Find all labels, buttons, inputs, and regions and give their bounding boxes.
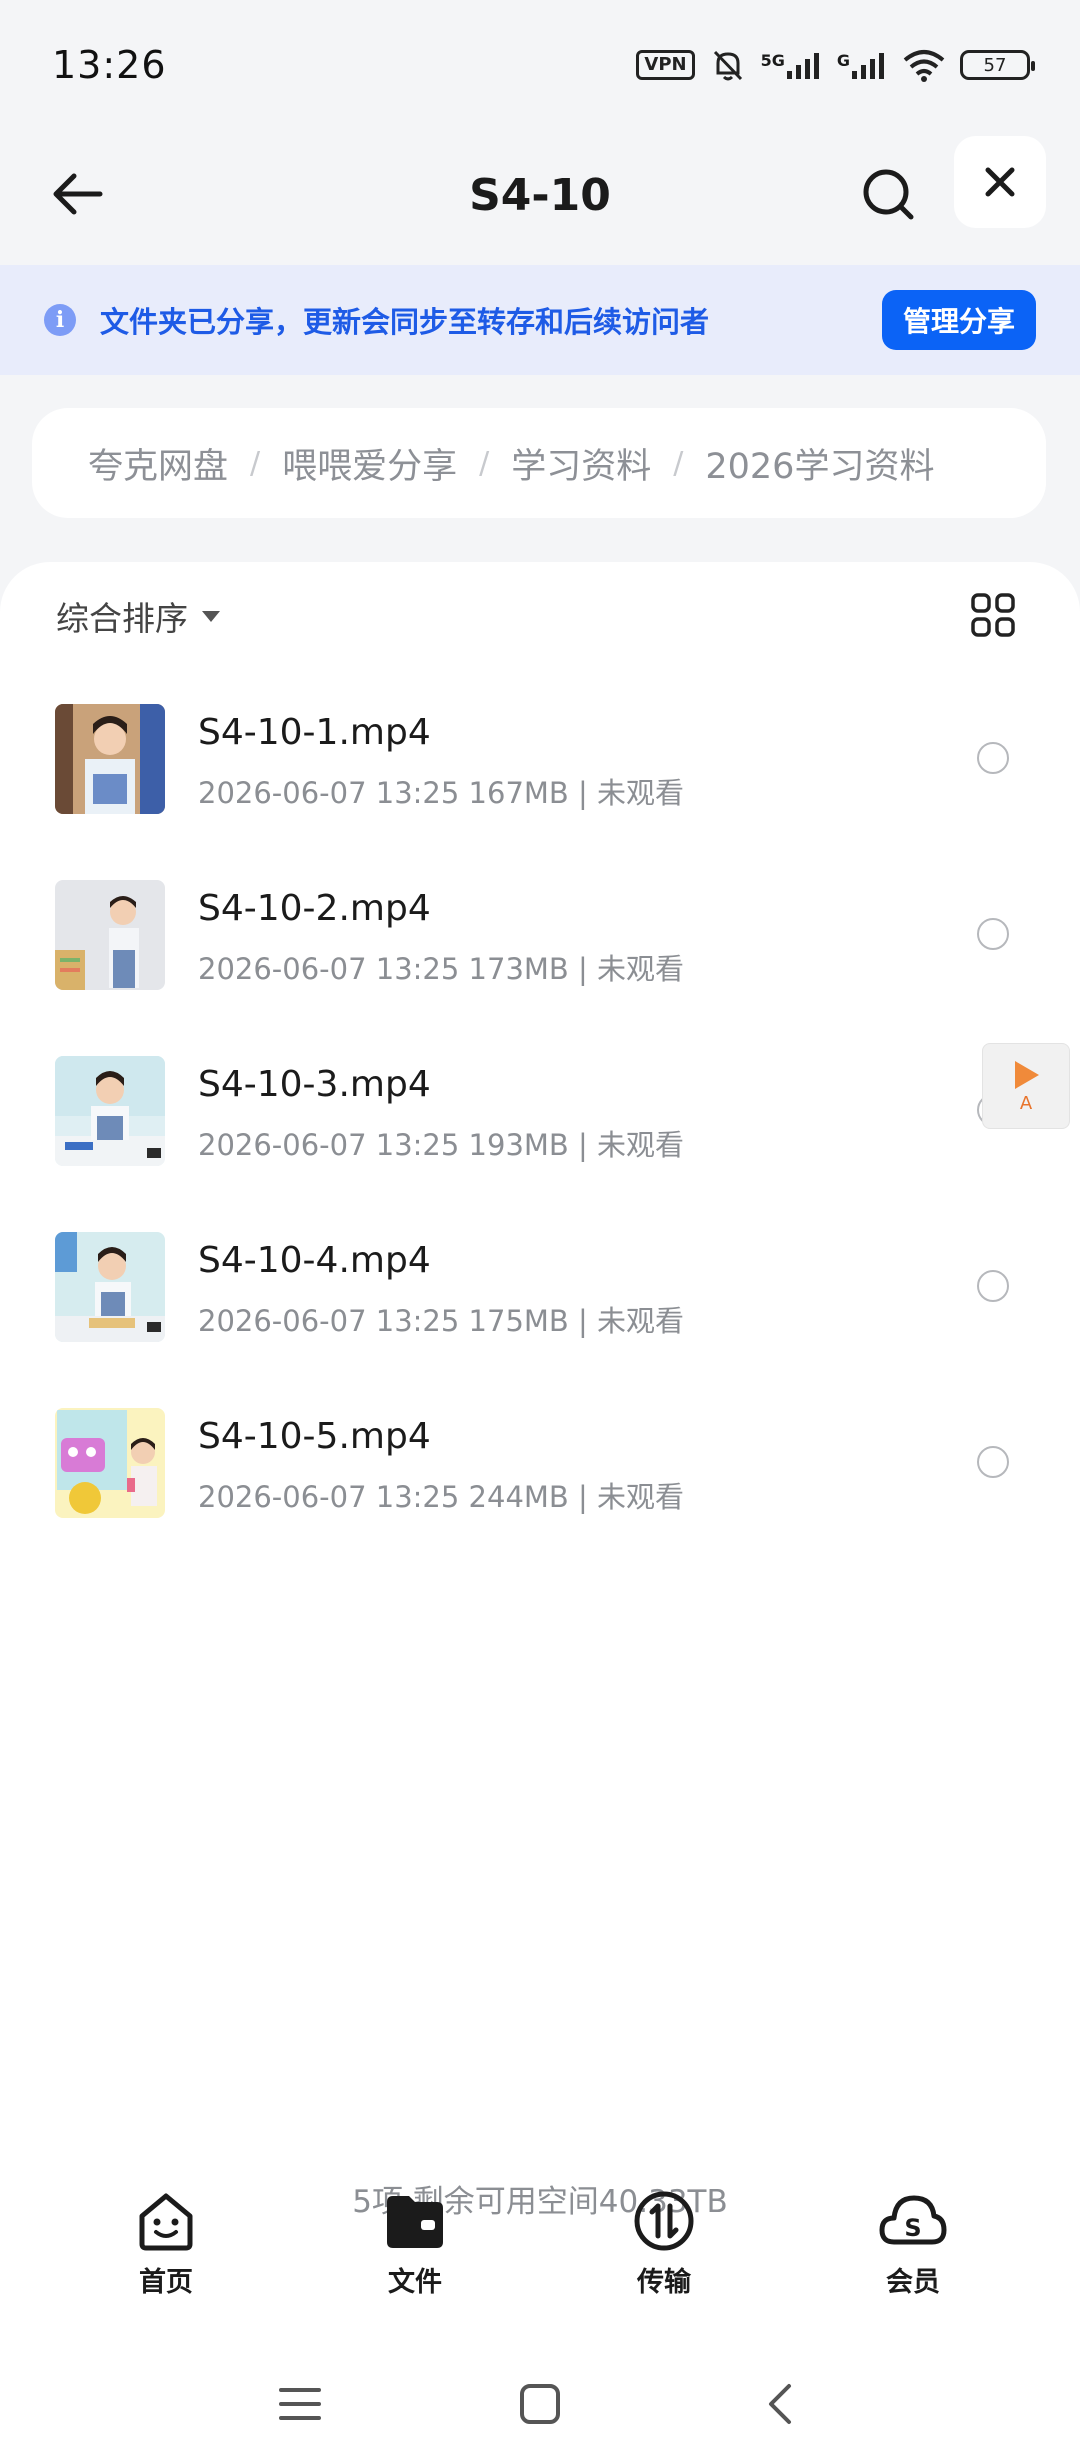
file-row[interactable]: S4-10-4.mp4 2026-06-07 13:25 175MB | 未观看: [0, 1232, 1080, 1408]
video-thumbnail: [55, 1408, 165, 1518]
breadcrumb-item[interactable]: 喂喂爱分享: [282, 438, 457, 489]
signal-g-label: G: [836, 51, 850, 70]
file-row[interactable]: S4-10-3.mp4 2026-06-07 13:25 193MB | 未观看: [0, 1056, 1080, 1232]
file-row[interactable]: S4-10-5.mp4 2026-06-07 13:25 244MB | 未观看: [0, 1408, 1080, 1584]
manage-share-button[interactable]: 管理分享: [882, 290, 1036, 350]
vpn-badge: VPN: [636, 50, 695, 80]
bottom-tab-bar: 首页 文件 传输 S 会员: [0, 2180, 1080, 2300]
signal-bars-icon: [786, 53, 819, 79]
close-icon: [985, 167, 1015, 197]
video-thumbnail: [55, 704, 165, 814]
chevron-left-icon: [769, 2384, 791, 2424]
tab-transfer[interactable]: 传输: [604, 2190, 724, 2300]
nav-home-button[interactable]: [510, 2374, 570, 2434]
back-button[interactable]: [40, 158, 112, 230]
share-banner: i 文件夹已分享，更新会同步至转存和后续访问者 管理分享: [0, 265, 1080, 375]
file-list: S4-10-1.mp4 2026-06-07 13:25 167MB | 未观看…: [0, 704, 1080, 1584]
file-meta: 2026-06-07 13:25 173MB | 未观看: [198, 952, 685, 986]
file-meta: 2026-06-07 13:25 193MB | 未观看: [198, 1128, 685, 1162]
nav-back-button[interactable]: [750, 2374, 810, 2434]
tab-member[interactable]: S 会员: [853, 2190, 973, 2300]
sort-label: 综合排序: [56, 599, 188, 638]
tab-home[interactable]: 首页: [106, 2190, 226, 2300]
header: S4-10: [0, 130, 1080, 260]
video-thumbnail: [55, 1056, 165, 1166]
square-icon: [520, 2384, 560, 2424]
file-name: S4-10-2.mp4: [198, 888, 431, 929]
tab-member-label: 会员: [886, 2267, 940, 2298]
breadcrumb-item[interactable]: 学习资料: [511, 438, 651, 489]
breadcrumb-separator: /: [479, 445, 490, 481]
status-bar: 13:26 VPN 5G G 57: [0, 0, 1080, 130]
menu-icon: [279, 2388, 321, 2420]
breadcrumb-item[interactable]: 2026学习资料: [705, 438, 934, 489]
smile-home-icon: [139, 2193, 193, 2251]
arrow-left-icon: [53, 173, 103, 215]
select-radio[interactable]: [977, 1446, 1009, 1478]
select-radio[interactable]: [977, 742, 1009, 774]
breadcrumb: 夸克网盘 / 喂喂爱分享 / 学习资料 / 2026学习资料: [32, 408, 1046, 518]
file-name: S4-10-5.mp4: [198, 1416, 431, 1457]
file-name: S4-10-1.mp4: [198, 712, 431, 753]
battery-indicator: 57: [960, 50, 1035, 80]
tab-files[interactable]: 文件: [355, 2190, 475, 2300]
svg-text:S: S: [904, 2214, 921, 2242]
sort-dropdown[interactable]: 综合排序: [56, 592, 220, 640]
signal-5g-label: 5G: [760, 51, 785, 70]
select-radio[interactable]: [977, 918, 1009, 950]
close-button[interactable]: [954, 136, 1046, 228]
search-button[interactable]: [852, 158, 924, 230]
grid-view-icon: [971, 593, 1015, 637]
grid-view-button[interactable]: [970, 592, 1024, 646]
video-thumbnail: [55, 1232, 165, 1342]
tab-files-label: 文件: [388, 2267, 442, 2298]
breadcrumb-fade: [976, 408, 1046, 518]
signal-5g-icon: 5G: [761, 51, 823, 79]
signal-bars-icon: [852, 53, 884, 79]
signal-g-icon: G: [837, 51, 888, 79]
nav-menu-button[interactable]: [270, 2374, 330, 2434]
video-thumbnail: [55, 880, 165, 990]
info-icon: i: [44, 304, 76, 336]
tab-transfer-label: 传输: [637, 2267, 691, 2298]
file-meta: 2026-06-07 13:25 175MB | 未观看: [198, 1304, 685, 1338]
wifi-icon: [903, 50, 945, 82]
page-title: S4-10: [469, 169, 611, 221]
floating-player-button[interactable]: A: [982, 1043, 1070, 1129]
status-icons: VPN 5G G 57: [636, 46, 1035, 84]
mute-bell-icon: [713, 50, 742, 81]
status-time: 13:26: [52, 43, 167, 87]
folder-icon: [387, 2196, 443, 2248]
member-cloud-icon: S: [879, 2195, 947, 2245]
share-banner-text: 文件夹已分享，更新会同步至转存和后续访问者: [100, 305, 710, 339]
file-row[interactable]: S4-10-2.mp4 2026-06-07 13:25 173MB | 未观看: [0, 880, 1080, 1056]
breadcrumb-item[interactable]: 夸克网盘: [88, 438, 228, 489]
search-icon: [863, 169, 914, 220]
file-list-panel: 综合排序 S4-10-1.mp4 2026-06-07 13:25 167MB …: [0, 562, 1080, 2460]
file-name: S4-10-3.mp4: [198, 1064, 431, 1105]
breadcrumb-separator: /: [673, 445, 684, 481]
caret-down-icon: [202, 610, 220, 622]
play-icon: [1015, 1060, 1039, 1089]
file-meta: 2026-06-07 13:25 167MB | 未观看: [198, 776, 685, 810]
file-meta: 2026-06-07 13:25 244MB | 未观看: [198, 1480, 685, 1514]
select-radio[interactable]: [977, 1270, 1009, 1302]
system-nav-bar: [0, 2360, 1080, 2440]
file-row[interactable]: S4-10-1.mp4 2026-06-07 13:25 167MB | 未观看: [0, 704, 1080, 880]
floating-player-label: A: [1019, 1092, 1033, 1114]
transfer-icon: [634, 2191, 694, 2251]
tab-home-label: 首页: [139, 2267, 193, 2298]
file-name: S4-10-4.mp4: [198, 1240, 431, 1281]
breadcrumb-separator: /: [250, 445, 261, 481]
